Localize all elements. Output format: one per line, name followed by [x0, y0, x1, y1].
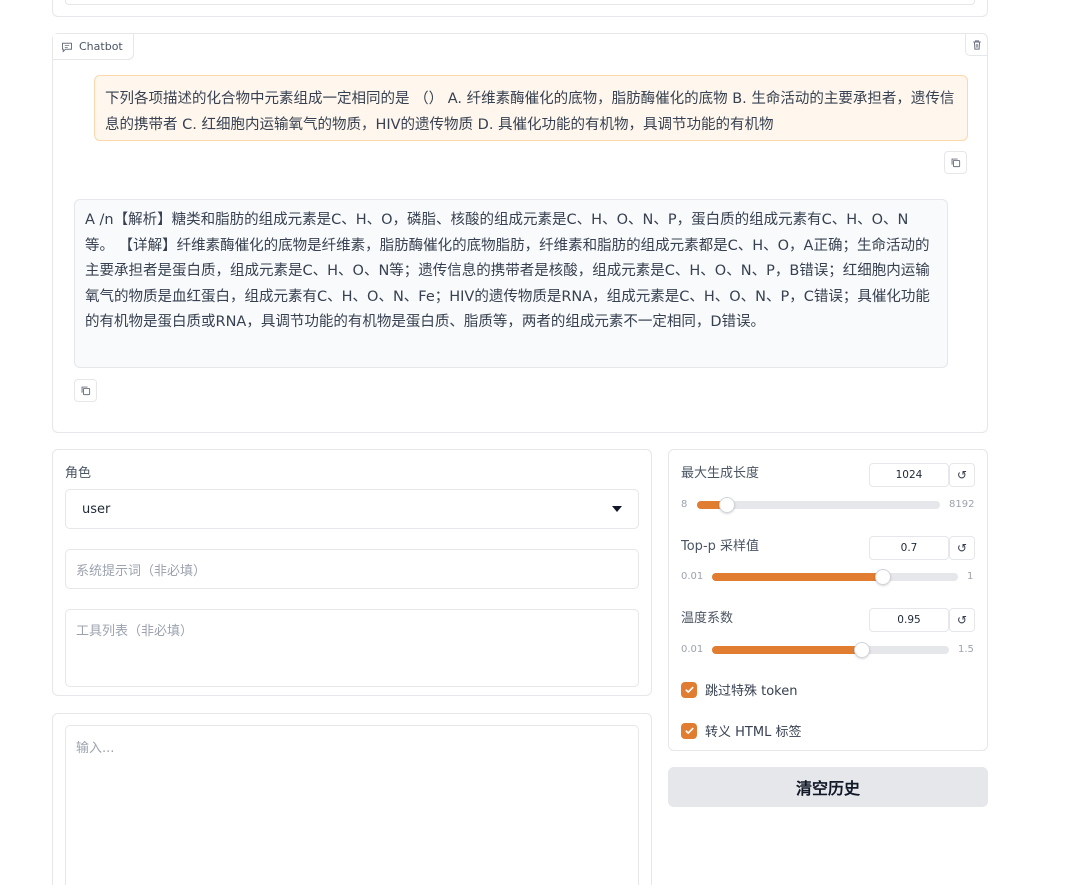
settings-panel: 角色 user 系统提示词（非必填） 工具列表（非必填）: [52, 449, 652, 696]
chatbot-label: Chatbot: [53, 34, 134, 60]
escape-html-label: 转义 HTML 标签: [705, 725, 802, 740]
max-length-slider[interactable]: [697, 497, 940, 513]
reset-icon[interactable]: ↺: [949, 608, 975, 632]
generation-params-panel: 最大生成长度 1024 ↺ 8 8192 Top-p 采样值 0.7 ↺ 0.0…: [668, 449, 988, 751]
copy-icon: [81, 386, 91, 396]
temperature-max: 1.5: [958, 644, 974, 655]
previous-panel-edge: [52, 0, 988, 17]
checkbox-box[interactable]: [681, 722, 697, 739]
escape-html-checkbox[interactable]: 转义 HTML 标签: [681, 721, 801, 740]
temperature-label: 温度系数: [681, 611, 734, 626]
chatbot-label-text: Chatbot: [79, 40, 123, 53]
message-input[interactable]: 输入...: [65, 725, 639, 885]
skip-special-tokens-checkbox[interactable]: 跳过特殊 token: [681, 680, 798, 699]
top-p-min: 0.01: [681, 571, 704, 582]
checkbox-box[interactable]: [681, 681, 697, 698]
assistant-message: A /n【解析】糖类和脂肪的组成元素是C、H、O，磷脂、核酸的组成元素是C、H、…: [74, 199, 948, 368]
checkmark-icon: [684, 727, 694, 735]
max-length-max: 8192: [949, 499, 975, 510]
temperature-number-input[interactable]: 0.95: [869, 608, 949, 632]
top-p-max: 1: [967, 571, 974, 582]
top-p-slider-thumb[interactable]: [875, 569, 892, 585]
temperature-slider-fill: [712, 646, 862, 654]
top-p-slider-fill: [712, 573, 884, 581]
temperature-slider[interactable]: [712, 642, 949, 658]
copy-assistant-message-button[interactable]: [74, 379, 97, 402]
top-p-slider[interactable]: [712, 569, 958, 585]
max-length-number-input[interactable]: 1024: [869, 463, 949, 487]
chatbot-panel: Chatbot 下列各项描述的化合物中元素组成一定相同的是 （） A. 纤维素酶…: [52, 33, 988, 433]
checkmark-icon: [684, 686, 694, 694]
max-length-slider-thumb[interactable]: [719, 497, 736, 513]
chat-bubble-icon: [62, 42, 72, 53]
max-length-label: 最大生成长度: [681, 466, 760, 481]
chevron-down-icon: [612, 506, 622, 512]
role-value: user: [82, 501, 111, 517]
clear-history-button[interactable]: 清空历史: [668, 767, 988, 807]
skip-special-tokens-label: 跳过特殊 token: [705, 684, 798, 699]
reset-icon[interactable]: ↺: [949, 463, 975, 487]
temperature-slider-thumb[interactable]: [853, 642, 870, 658]
system-prompt-input[interactable]: 系统提示词（非必填）: [65, 549, 639, 589]
tools-input[interactable]: 工具列表（非必填）: [65, 609, 639, 687]
user-message: 下列各项描述的化合物中元素组成一定相同的是 （） A. 纤维素酶催化的底物，脂肪…: [94, 75, 968, 141]
max-length-min: 8: [681, 499, 688, 510]
previous-panel-inner: [65, 0, 975, 5]
input-panel: 输入...: [52, 713, 652, 885]
top-p-label: Top-p 采样值: [681, 539, 760, 554]
top-p-number-input[interactable]: 0.7: [869, 536, 949, 560]
temperature-min: 0.01: [681, 644, 704, 655]
role-dropdown[interactable]: user: [65, 489, 639, 529]
reset-icon[interactable]: ↺: [949, 536, 975, 560]
copy-user-message-button[interactable]: [944, 151, 967, 174]
role-label: 角色: [65, 466, 92, 481]
trash-icon: [972, 39, 981, 50]
copy-icon: [951, 158, 961, 168]
clear-chat-button[interactable]: [965, 34, 987, 56]
